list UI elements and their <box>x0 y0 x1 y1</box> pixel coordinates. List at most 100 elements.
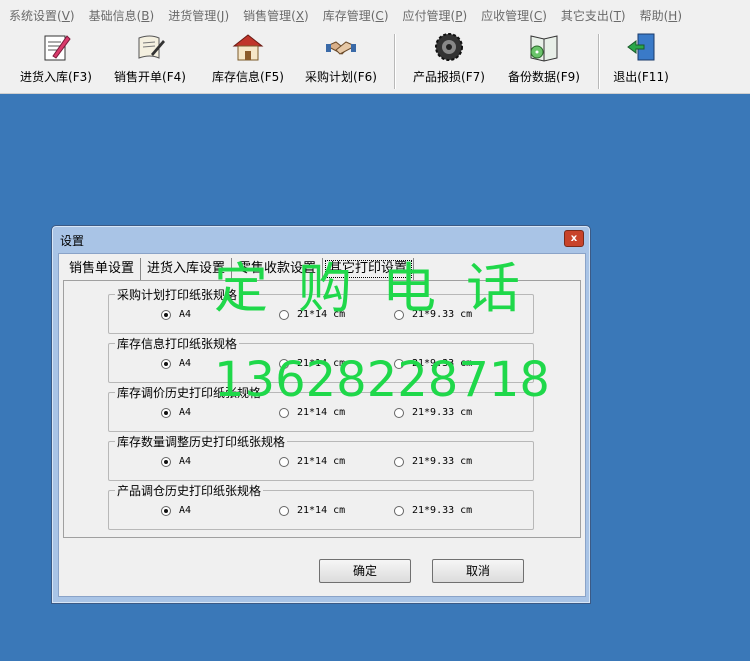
toolbar-grip <box>0 30 14 93</box>
menu-item-shortcut: C <box>533 8 543 23</box>
radio-label: 21*14 cm <box>297 505 346 516</box>
radio-button-icon <box>161 358 171 369</box>
menu-item-shortcut: H <box>668 8 678 23</box>
paper-size-group: 产品调仓历史打印纸张规格 A4 21*14 cm 21*9.33 cm <box>108 482 534 530</box>
menu-item[interactable]: 其它支出(T) <box>554 7 633 24</box>
paper-size-group: 库存数量调整历史打印纸张规格 A4 21*14 cm 21*9.33 cm <box>108 433 534 481</box>
radio-label: A4 <box>179 505 192 516</box>
radio-label: 21*9.33 cm <box>412 456 473 467</box>
menu-item-suffix: ) <box>224 8 230 23</box>
paper-size-radio[interactable]: A4 <box>161 407 191 418</box>
group-title: 产品调仓历史打印纸张规格 <box>115 482 264 499</box>
inventory-info-button[interactable]: 库存信息(F5) <box>202 30 294 93</box>
paper-size-radio[interactable]: A4 <box>161 505 191 516</box>
radio-label: 21*14 cm <box>297 407 346 418</box>
radio-button-icon <box>394 505 404 516</box>
radio-label: A4 <box>179 309 192 320</box>
menu-item-label: 应收管理( <box>481 8 534 23</box>
watermark-title: 定购电话 <box>214 257 550 320</box>
sales-order-button[interactable]: 销售开单(F4) <box>98 30 202 93</box>
menu-item-suffix: ) <box>620 8 626 23</box>
watermark-phone: 13628228718 <box>214 352 550 408</box>
sales-order-label: 销售开单(F4) <box>114 70 186 84</box>
house-icon <box>232 34 264 61</box>
cancel-button[interactable]: 取消 <box>432 559 524 583</box>
paper-size-radio[interactable]: A4 <box>161 456 191 467</box>
menu-item[interactable]: 基础信息(B) <box>82 7 162 24</box>
stock-in-button[interactable]: 进货入库(F3) <box>14 30 98 93</box>
radio-button-icon <box>279 456 289 467</box>
menu-item-suffix: ) <box>304 8 309 23</box>
toolbar-separator <box>598 34 600 89</box>
menu-item-suffix: ) <box>462 8 468 23</box>
radio-button-icon <box>394 456 404 467</box>
book-disc-icon <box>530 35 558 62</box>
radio-button-icon <box>394 407 404 418</box>
paper-size-radio[interactable]: A4 <box>161 309 191 320</box>
paper-size-radio[interactable]: 21*9.33 cm <box>394 505 472 516</box>
group-title: 库存数量调整历史打印纸张规格 <box>115 433 288 450</box>
menu-item-shortcut: V <box>61 8 70 23</box>
exit-door-icon <box>627 33 655 61</box>
radio-label: 21*14 cm <box>297 456 346 467</box>
radio-button-icon <box>161 505 171 516</box>
paper-size-radio[interactable]: 21*9.33 cm <box>394 407 472 418</box>
radio-button-icon <box>161 456 171 467</box>
group-title: 库存信息打印纸张规格 <box>115 335 240 352</box>
menu-item-suffix: ) <box>149 8 155 23</box>
radio-button-icon <box>279 505 289 516</box>
purchase-plan-label: 采购计划(F6) <box>305 70 377 84</box>
menu-item-label: 帮助( <box>639 8 669 23</box>
handshake-icon <box>325 41 357 55</box>
menu-item[interactable]: 应付管理(P) <box>396 7 475 24</box>
menu-item-suffix: ) <box>69 8 75 23</box>
paper-size-radio[interactable]: 21*14 cm <box>279 407 345 418</box>
menu-item-shortcut: C <box>375 8 384 23</box>
toolbar: 进货入库(F3) 销售开单(F4) 库存信息(F5) 采购计划(F6) 产品报损… <box>0 30 750 94</box>
radio-label: 21*9.33 cm <box>412 505 473 516</box>
menu-item-shortcut: T <box>613 8 621 23</box>
paper-size-radio[interactable]: 21*14 cm <box>279 456 345 467</box>
menu-item-suffix: ) <box>542 8 547 23</box>
radio-button-icon <box>161 309 171 320</box>
radio-button-icon <box>279 407 289 418</box>
radio-label: 21*9.33 cm <box>412 407 473 418</box>
product-loss-button[interactable]: 产品报损(F7) <box>402 30 496 93</box>
exit-button[interactable]: 退出(F11) <box>606 30 676 93</box>
menu-item[interactable]: 销售管理(X) <box>236 7 316 24</box>
gear-icon <box>435 33 463 61</box>
radio-label: A4 <box>179 456 192 467</box>
menu-item-label: 应付管理( <box>402 8 456 23</box>
radio-label: A4 <box>179 358 192 369</box>
menu-item[interactable]: 应收管理(C) <box>474 7 554 24</box>
menu-item-label: 销售管理( <box>243 8 296 23</box>
product-loss-label: 产品报损(F7) <box>413 70 485 84</box>
menu-item-label: 其它支出( <box>560 8 614 23</box>
stock-in-label: 进货入库(F3) <box>20 70 92 84</box>
menu-item-label: 进货管理( <box>168 8 221 23</box>
backup-data-button[interactable]: 备份数据(F9) <box>496 30 592 93</box>
menu-bar: 系统设置(V) 基础信息(B) 进货管理(J) 销售管理(X) 库存管理(C) 应付管理(… <box>0 0 750 30</box>
dialog-title: 设置 <box>60 234 85 248</box>
scroll-pen-icon <box>138 35 165 59</box>
menu-item-label: 系统设置( <box>9 8 62 23</box>
toolbar-separator <box>394 34 396 89</box>
menu-item-label: 基础信息( <box>88 8 142 23</box>
paper-size-radio[interactable]: 21*14 cm <box>279 505 345 516</box>
menu-item-label: 库存管理( <box>322 8 376 23</box>
menu-item[interactable]: 进货管理(J) <box>161 7 236 24</box>
purchase-plan-button[interactable]: 采购计划(F6) <box>294 30 388 93</box>
tab[interactable]: 销售单设置 <box>63 258 142 280</box>
menu-item[interactable]: 帮助(H) <box>633 7 689 24</box>
menu-item-shortcut: B <box>141 8 150 23</box>
close-button[interactable]: x <box>564 230 584 247</box>
menu-item[interactable]: 系统设置(V) <box>2 7 82 24</box>
radio-label: A4 <box>179 407 192 418</box>
paper-size-radio[interactable]: 21*9.33 cm <box>394 456 472 467</box>
menu-item-suffix: ) <box>677 8 683 23</box>
menu-item[interactable]: 库存管理(C) <box>316 7 396 24</box>
ok-button[interactable]: 确定 <box>319 559 411 583</box>
paper-size-radio[interactable]: A4 <box>161 358 191 369</box>
backup-data-label: 备份数据(F9) <box>508 70 580 84</box>
radio-button-icon <box>161 407 171 418</box>
